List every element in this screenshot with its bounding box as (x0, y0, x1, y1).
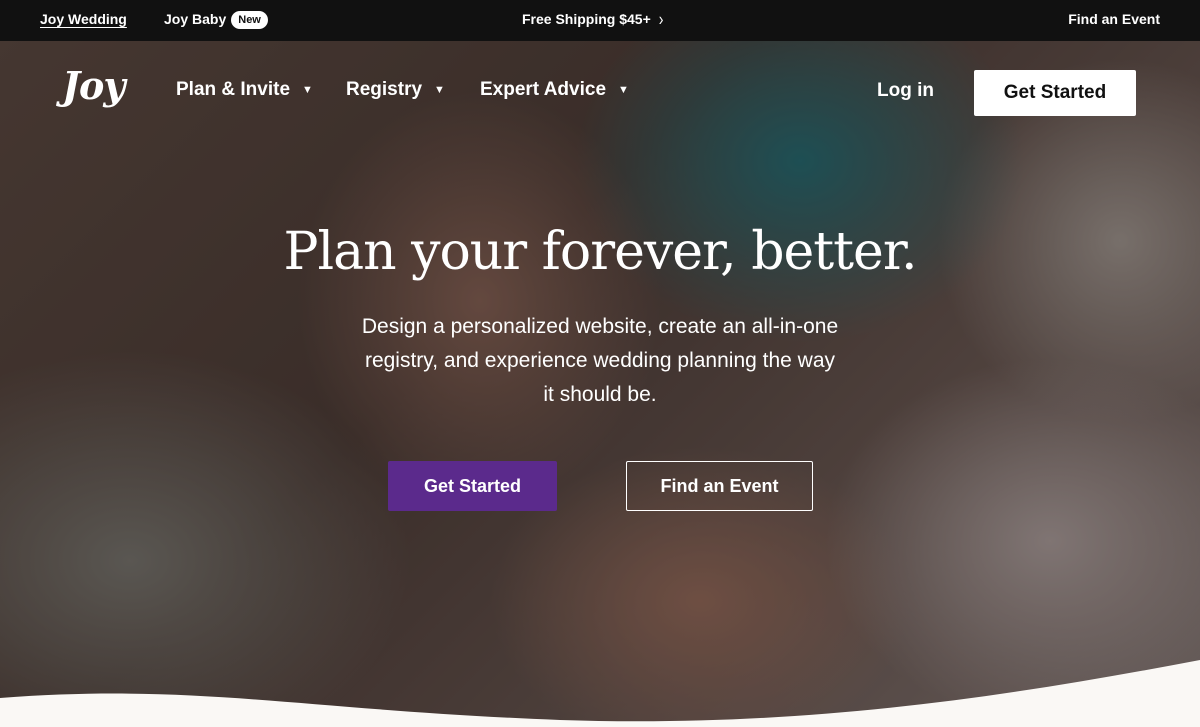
nav-get-started-button[interactable]: Get Started (974, 70, 1136, 116)
caret-down-icon: ▼ (618, 84, 629, 96)
nav-plan-invite-label: Plan & Invite (176, 79, 291, 100)
caret-down-icon: ▼ (302, 84, 313, 96)
hero-bottom-curve (0, 660, 1200, 727)
nav-plan-invite[interactable]: Plan & Invite ▼ (176, 79, 313, 101)
find-event-top-link[interactable]: Find an Event (1068, 0, 1160, 41)
main-navigation: Joy Plan & Invite ▼ Registry ▼ Expert Advi… (0, 41, 1200, 143)
nav-registry[interactable]: Registry ▼ (346, 79, 445, 101)
login-link[interactable]: Log in (877, 80, 934, 102)
joy-baby-label: Joy Baby (164, 11, 227, 27)
top-utility-bar: Joy Wedding Joy Baby New Free Shipping $4… (0, 0, 1200, 41)
chevron-right-icon: › (658, 8, 664, 30)
joy-logo[interactable]: Joy (62, 63, 125, 108)
hero-get-started-button[interactable]: Get Started (388, 461, 557, 511)
nav-expert-advice[interactable]: Expert Advice ▼ (480, 79, 629, 101)
free-shipping-link[interactable]: Free Shipping $45+ › (522, 0, 663, 41)
hero-find-event-button[interactable]: Find an Event (626, 461, 813, 511)
new-badge: New (231, 11, 268, 29)
joy-wedding-link[interactable]: Joy Wedding (40, 0, 127, 41)
hero-subtext: Design a personalized website, create an… (361, 315, 839, 406)
nav-expert-advice-label: Expert Advice (480, 79, 607, 100)
free-shipping-label: Free Shipping $45+ (522, 11, 651, 27)
nav-registry-label: Registry (346, 79, 423, 100)
caret-down-icon: ▼ (434, 84, 445, 96)
hero-headline: Plan your forever, better. (283, 222, 917, 282)
joy-baby-link[interactable]: Joy Baby New (164, 0, 268, 41)
